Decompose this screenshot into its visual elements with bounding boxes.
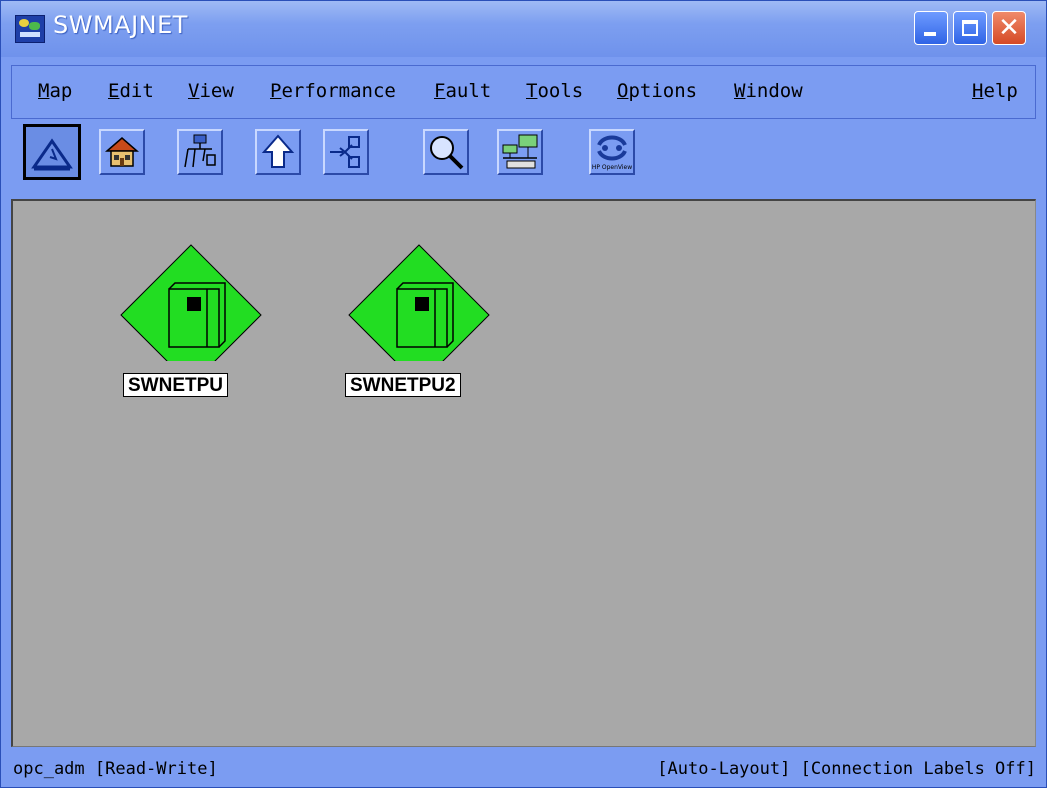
root-map-icon xyxy=(184,134,216,168)
menu-window[interactable]: Window xyxy=(734,80,803,102)
quick-navigator-icon xyxy=(330,136,360,168)
menu-performance[interactable]: Performance xyxy=(270,80,396,102)
close-submap-icon xyxy=(31,138,73,171)
menu-fault[interactable]: Fault xyxy=(434,80,491,102)
app-icon[interactable] xyxy=(15,15,45,43)
hp-openview-icon: HP OpenView xyxy=(592,135,632,171)
title-bar[interactable]: SWMAJNET ✕ xyxy=(1,1,1046,57)
toolbar: HP OpenView xyxy=(11,121,1036,199)
network-device-icon xyxy=(348,244,490,361)
menu-help[interactable]: Help xyxy=(972,80,1018,102)
menu-bar: Map Edit View Performance Fault Tools Op… xyxy=(11,65,1036,119)
close-button[interactable]: ✕ xyxy=(992,11,1026,45)
network-node-manager-button[interactable] xyxy=(497,129,543,175)
map-node[interactable]: SWNETPU2 xyxy=(345,243,505,403)
menu-map[interactable]: Map xyxy=(38,80,72,102)
quick-navigator-button[interactable] xyxy=(323,129,369,175)
network-node-manager-icon xyxy=(502,134,538,169)
maximize-icon xyxy=(962,20,978,36)
node-label: SWNETPU xyxy=(123,373,228,397)
close-icon: ✕ xyxy=(998,13,1020,43)
status-user-mode: opc_adm [Read-Write] xyxy=(13,759,218,779)
find-icon xyxy=(430,136,464,170)
menu-options[interactable]: Options xyxy=(617,80,697,102)
node-label: SWNETPU2 xyxy=(345,373,461,397)
minimize-button[interactable] xyxy=(914,11,948,45)
parent-map-icon xyxy=(261,134,295,168)
find-button[interactable] xyxy=(423,129,469,175)
openview-logo-text: HP OpenView xyxy=(592,164,632,171)
status-bar: opc_adm [Read-Write] [Auto-Layout] [Conn… xyxy=(1,749,1046,787)
window-title: SWMAJNET xyxy=(53,11,188,39)
menu-edit[interactable]: Edit xyxy=(108,80,154,102)
root-map-button[interactable] xyxy=(177,129,223,175)
parent-map-button[interactable] xyxy=(255,129,301,175)
close-submap-button[interactable] xyxy=(23,124,81,180)
network-device-icon xyxy=(120,244,262,361)
maximize-button[interactable] xyxy=(953,11,987,45)
status-layout-flags: [Auto-Layout] [Connection Labels Off] xyxy=(657,759,1036,779)
hp-openview-button[interactable]: HP OpenView xyxy=(589,129,635,175)
home-map-button[interactable] xyxy=(99,129,145,175)
home-map-icon xyxy=(104,137,140,167)
menu-view[interactable]: View xyxy=(188,80,234,102)
map-node[interactable]: SWNETPU xyxy=(117,243,267,403)
application-window: SWMAJNET ✕ Map Edit View Performance Fau… xyxy=(0,0,1047,788)
menu-tools[interactable]: Tools xyxy=(526,80,583,102)
map-canvas[interactable]: SWNETPU SWNETPU2 xyxy=(11,199,1036,747)
minimize-icon xyxy=(924,32,936,36)
